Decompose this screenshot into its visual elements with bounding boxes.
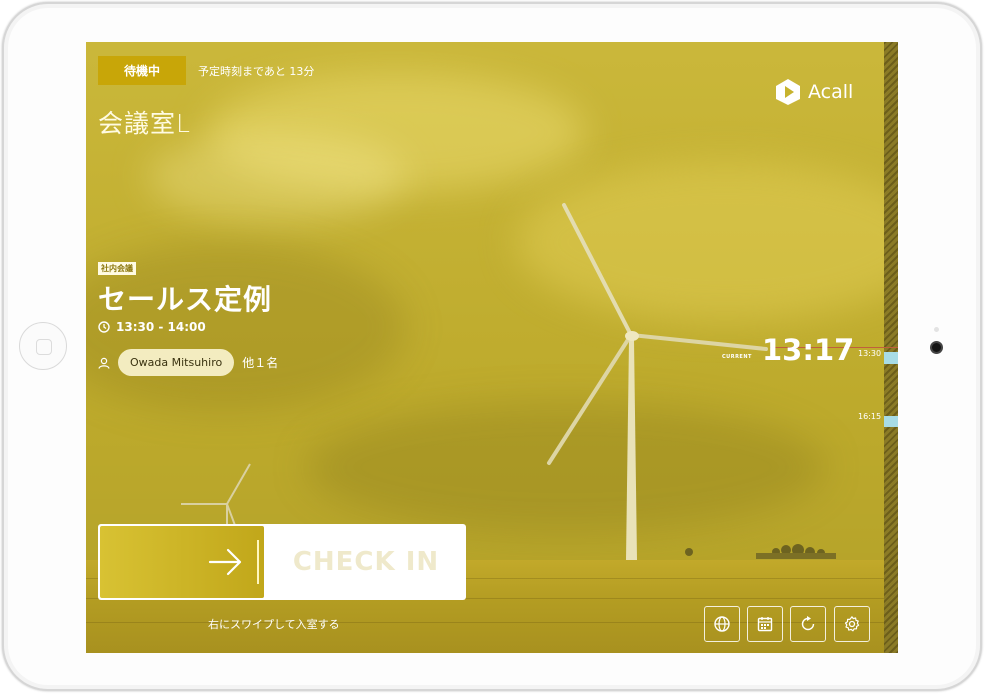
brand-name: Acall	[808, 81, 854, 103]
room-display-screen: 待機中 予定時刻まであと 13分 会議室L Acall 社内会議 セールス定例 …	[86, 42, 898, 653]
timeline-tick: 13:30	[858, 349, 882, 358]
room-name: 会議室L	[98, 109, 191, 138]
calendar-button[interactable]	[747, 606, 783, 642]
clock-icon	[98, 321, 110, 333]
meeting-time-text: 13:30 - 14:00	[116, 320, 206, 334]
attendee-chip[interactable]: Owada Mitsuhiro	[118, 349, 235, 376]
timeline-tick: 16:15	[858, 412, 882, 421]
person-icon	[98, 357, 110, 369]
other-attendees-count: 他１名	[242, 356, 279, 370]
handle-grip	[257, 540, 259, 584]
gear-icon	[844, 616, 860, 632]
globe-icon	[714, 616, 730, 632]
current-label: CURRENT	[722, 354, 752, 360]
play-logo-icon	[776, 79, 800, 105]
check-in-slider[interactable]: CHECK IN	[98, 524, 466, 600]
attendees: Owada Mitsuhiro 他１名	[98, 349, 278, 376]
home-button[interactable]	[19, 322, 67, 370]
free-slot	[884, 352, 898, 364]
light-sensor	[934, 327, 939, 332]
arrow-right-icon	[208, 548, 242, 576]
brand-logo: Acall	[774, 78, 853, 106]
front-camera	[930, 341, 943, 354]
language-button[interactable]	[704, 606, 740, 642]
meeting-title: セールス定例	[98, 283, 273, 316]
refresh-icon	[801, 616, 815, 631]
check-in-label: CHECK IN	[292, 547, 440, 577]
settings-button[interactable]	[834, 606, 870, 642]
refresh-button[interactable]	[790, 606, 826, 642]
countdown-text: 予定時刻まであと 13分	[198, 65, 315, 78]
check-in-slider-handle[interactable]	[100, 526, 264, 598]
swipe-hint: 右にスワイプして入室する	[208, 618, 340, 631]
status-badge: 待機中	[98, 56, 186, 85]
current-time: 13:17	[762, 333, 855, 367]
calendar-icon	[757, 617, 773, 632]
category-tag: 社内会議	[98, 262, 136, 275]
free-slot	[884, 416, 898, 427]
meeting-time: 13:30 - 14:00	[98, 320, 206, 334]
